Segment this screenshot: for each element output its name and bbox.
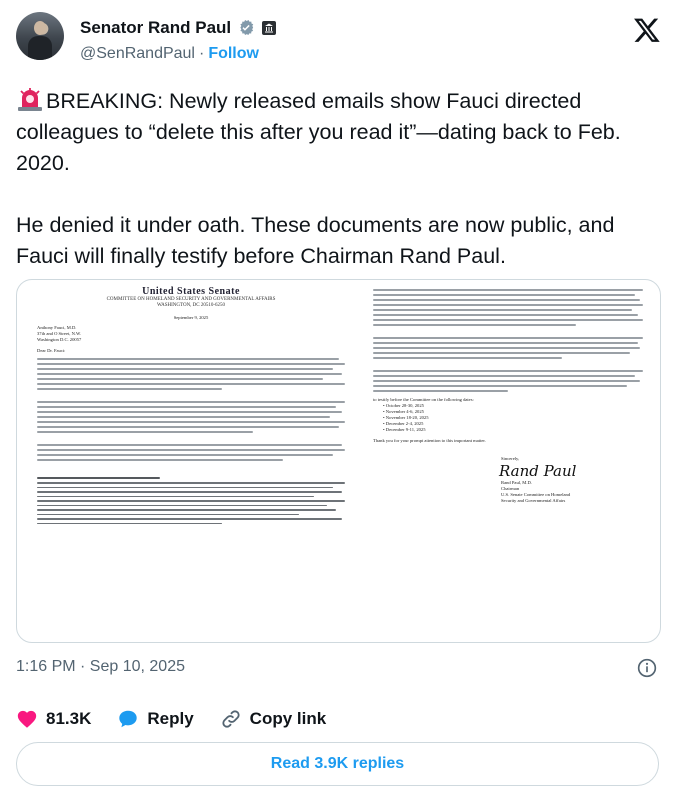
timestamp[interactable]: 1:16 PM · Sep 10, 2025: [16, 658, 185, 676]
tweet-text: BREAKING: Newly released emails show Fau…: [16, 86, 661, 272]
handle[interactable]: @SenRandPaul: [80, 45, 195, 63]
display-name[interactable]: Senator Rand Paul: [80, 18, 231, 38]
link-icon: [222, 710, 240, 728]
heart-icon: [17, 710, 37, 728]
address-line: Washington D.C. 20057: [37, 337, 82, 342]
signer-line: Security and Governmental Affairs: [501, 498, 566, 503]
dates-list: • October 28-30, 2025 • November 4-6, 20…: [383, 403, 643, 433]
letter-page-1: United States Senate COMMITTEE ON HOMELA…: [37, 286, 345, 636]
like-button[interactable]: 81.3K: [16, 708, 91, 730]
letter-salutation: Dear Dr. Fauci:: [37, 348, 66, 353]
info-icon[interactable]: [637, 658, 657, 678]
letter-date: September 9, 2025: [173, 315, 209, 320]
siren-emoji-icon: [18, 88, 42, 111]
follow-button[interactable]: Follow: [208, 45, 259, 63]
letterhead-title: United States Senate: [142, 286, 240, 297]
tweet-paragraph-1: BREAKING: Newly released emails show Fau…: [16, 86, 661, 179]
action-bar: 81.3K Reply Copy link: [16, 708, 352, 730]
separator: ·: [198, 45, 205, 62]
copy-link-label: Copy link: [249, 709, 327, 728]
reply-bubble-icon: [119, 710, 138, 728]
tweet-paragraph-1-text: BREAKING: Newly released emails show Fau…: [16, 89, 621, 175]
like-count: 81.3K: [46, 709, 92, 728]
letterhead-city: WASHINGTON, DC 20510-6250: [156, 303, 226, 308]
read-replies-button[interactable]: Read 3.9K replies: [16, 742, 659, 786]
tweet-header: Senator Rand Paul @SenRandPaul · Follow: [16, 10, 661, 66]
signer-block: Rand Paul, M.D. Chairman U.S. Senate Com…: [501, 480, 643, 504]
verified-badge-icon: [240, 20, 254, 36]
handle-row: @SenRandPaul · Follow: [80, 45, 259, 63]
signature: Rand Paul: [499, 462, 577, 480]
attached-document-image[interactable]: United States Senate COMMITTEE ON HOMELA…: [16, 279, 661, 643]
reply-label: Reply: [147, 709, 194, 728]
reply-button[interactable]: Reply: [117, 708, 194, 730]
letter-address: Anthony Fauci, M.D. 37th and O Street, N…: [37, 325, 345, 343]
letter-thanks: Thank you for your prompt attention to t…: [373, 438, 486, 443]
government-badge-icon: [262, 21, 277, 35]
copy-link-button[interactable]: Copy link: [220, 708, 327, 730]
x-logo-icon[interactable]: [633, 16, 661, 44]
letter-list-lines: [373, 289, 643, 392]
tweet-paragraph-2: He denied it under oath. These documents…: [16, 213, 615, 268]
letterhead: United States Senate COMMITTEE ON HOMELA…: [37, 286, 345, 309]
name-row: Senator Rand Paul: [80, 18, 277, 38]
date-item: • December 9-11, 2025: [383, 427, 426, 432]
letter-body-lines: [37, 358, 345, 524]
avatar[interactable]: [16, 12, 64, 60]
letter-page-2: to testify before the Committee on the f…: [373, 286, 643, 636]
